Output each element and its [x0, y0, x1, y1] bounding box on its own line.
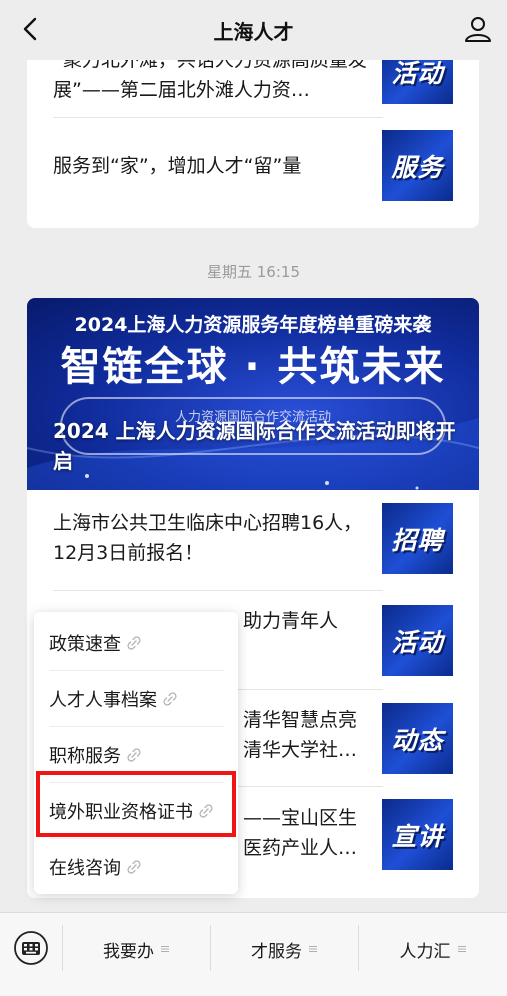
link-icon	[127, 636, 141, 650]
chevron-left-icon[interactable]	[16, 14, 46, 44]
menu-item-label: 政策速查	[49, 634, 121, 655]
banner-article[interactable]: 2024上海人力资源服务年度榜单重磅来袭 智链全球 · 共筑未来 人力资源国际合…	[27, 298, 479, 490]
article-item[interactable]: 上海市公共卫生临床中心招聘16人，12月3日前报名！ 招聘	[27, 490, 479, 587]
menu-item-label: 职称服务	[49, 746, 121, 767]
menu-icon	[457, 945, 466, 953]
menu-icon	[309, 945, 317, 953]
link-icon	[127, 748, 141, 762]
tab-label: 人力汇	[399, 941, 451, 962]
thumbnail-label: 动态	[391, 725, 444, 755]
thumbnail-label: 服务	[391, 152, 444, 182]
menu-item-policy-lookup[interactable]: 政策速查	[34, 615, 238, 671]
banner-subtitle: 2024上海人力资源服务年度榜单重磅来袭	[74, 314, 432, 336]
link-icon	[199, 804, 213, 818]
tab-label: 才服务	[251, 941, 302, 962]
article-thumbnail: 宣讲	[382, 799, 453, 870]
nav-bar: 上海人才	[0, 0, 507, 60]
tab-i-want-to-do[interactable]: 我要办	[63, 913, 210, 985]
message-timestamp: 星期五 16:15	[207, 263, 300, 281]
tab-hr-hub[interactable]: 人力汇	[359, 913, 507, 985]
article-title: 服务到“家”，增加人才“留”量	[53, 155, 302, 177]
keyboard-icon[interactable]	[13, 930, 49, 966]
page-title: 上海人才	[213, 19, 294, 44]
article-title: 助力青年人	[243, 610, 339, 632]
tab-talent-service[interactable]: 才服务	[211, 913, 358, 985]
menu-item-title-service[interactable]: 职称服务	[34, 727, 238, 783]
menu-item-label: 在线咨询	[49, 858, 121, 879]
bottom-menu-bar: 我要办 才服务 人力汇	[0, 912, 507, 996]
menu-item-label: 人才人事档案	[49, 690, 157, 711]
banner-title: 2024 上海人力资源国际合作交流活动即将开启	[53, 419, 456, 473]
banner-headline: 智链全球 · 共筑未来	[60, 344, 446, 390]
service-popup-menu: 政策速查 人才人事档案 职称服务 境外职业资格证书 在线咨询	[34, 612, 238, 894]
thumbnail-label: 宣讲	[391, 821, 444, 851]
thumbnail-label: 活动	[391, 627, 444, 657]
menu-item-label: 境外职业资格证书	[49, 802, 193, 823]
link-icon	[163, 692, 177, 706]
article-title: ——宝山区生 医药产业人…	[243, 807, 358, 859]
article-item[interactable]: 服务到“家”，增加人才“留”量 服务	[27, 118, 479, 228]
tab-label: 我要办	[103, 941, 154, 962]
thumbnail-label: 招聘	[391, 525, 444, 555]
user-icon[interactable]	[463, 14, 493, 44]
article-thumbnail: 活动	[382, 605, 453, 676]
menu-item-overseas-qualification[interactable]: 境外职业资格证书	[34, 783, 238, 839]
menu-icon	[161, 945, 169, 953]
article-title: 上海市公共卫生临床中心招聘16人，12月3日前报名！	[53, 512, 363, 564]
article-title: 清华智慧点亮 清华大学社…	[243, 709, 358, 761]
link-icon	[127, 860, 141, 874]
article-thumbnail: 服务	[382, 130, 453, 201]
article-thumbnail: 动态	[382, 703, 453, 774]
menu-item-online-consult[interactable]: 在线咨询	[34, 839, 238, 895]
menu-item-talent-archives[interactable]: 人才人事档案	[34, 671, 238, 727]
message-card-previous: “聚力北外滩，共话人力资源高质量发展”——第二届北外滩人力资… 活动 服务到“家…	[27, 40, 479, 228]
article-thumbnail: 招聘	[382, 503, 453, 574]
